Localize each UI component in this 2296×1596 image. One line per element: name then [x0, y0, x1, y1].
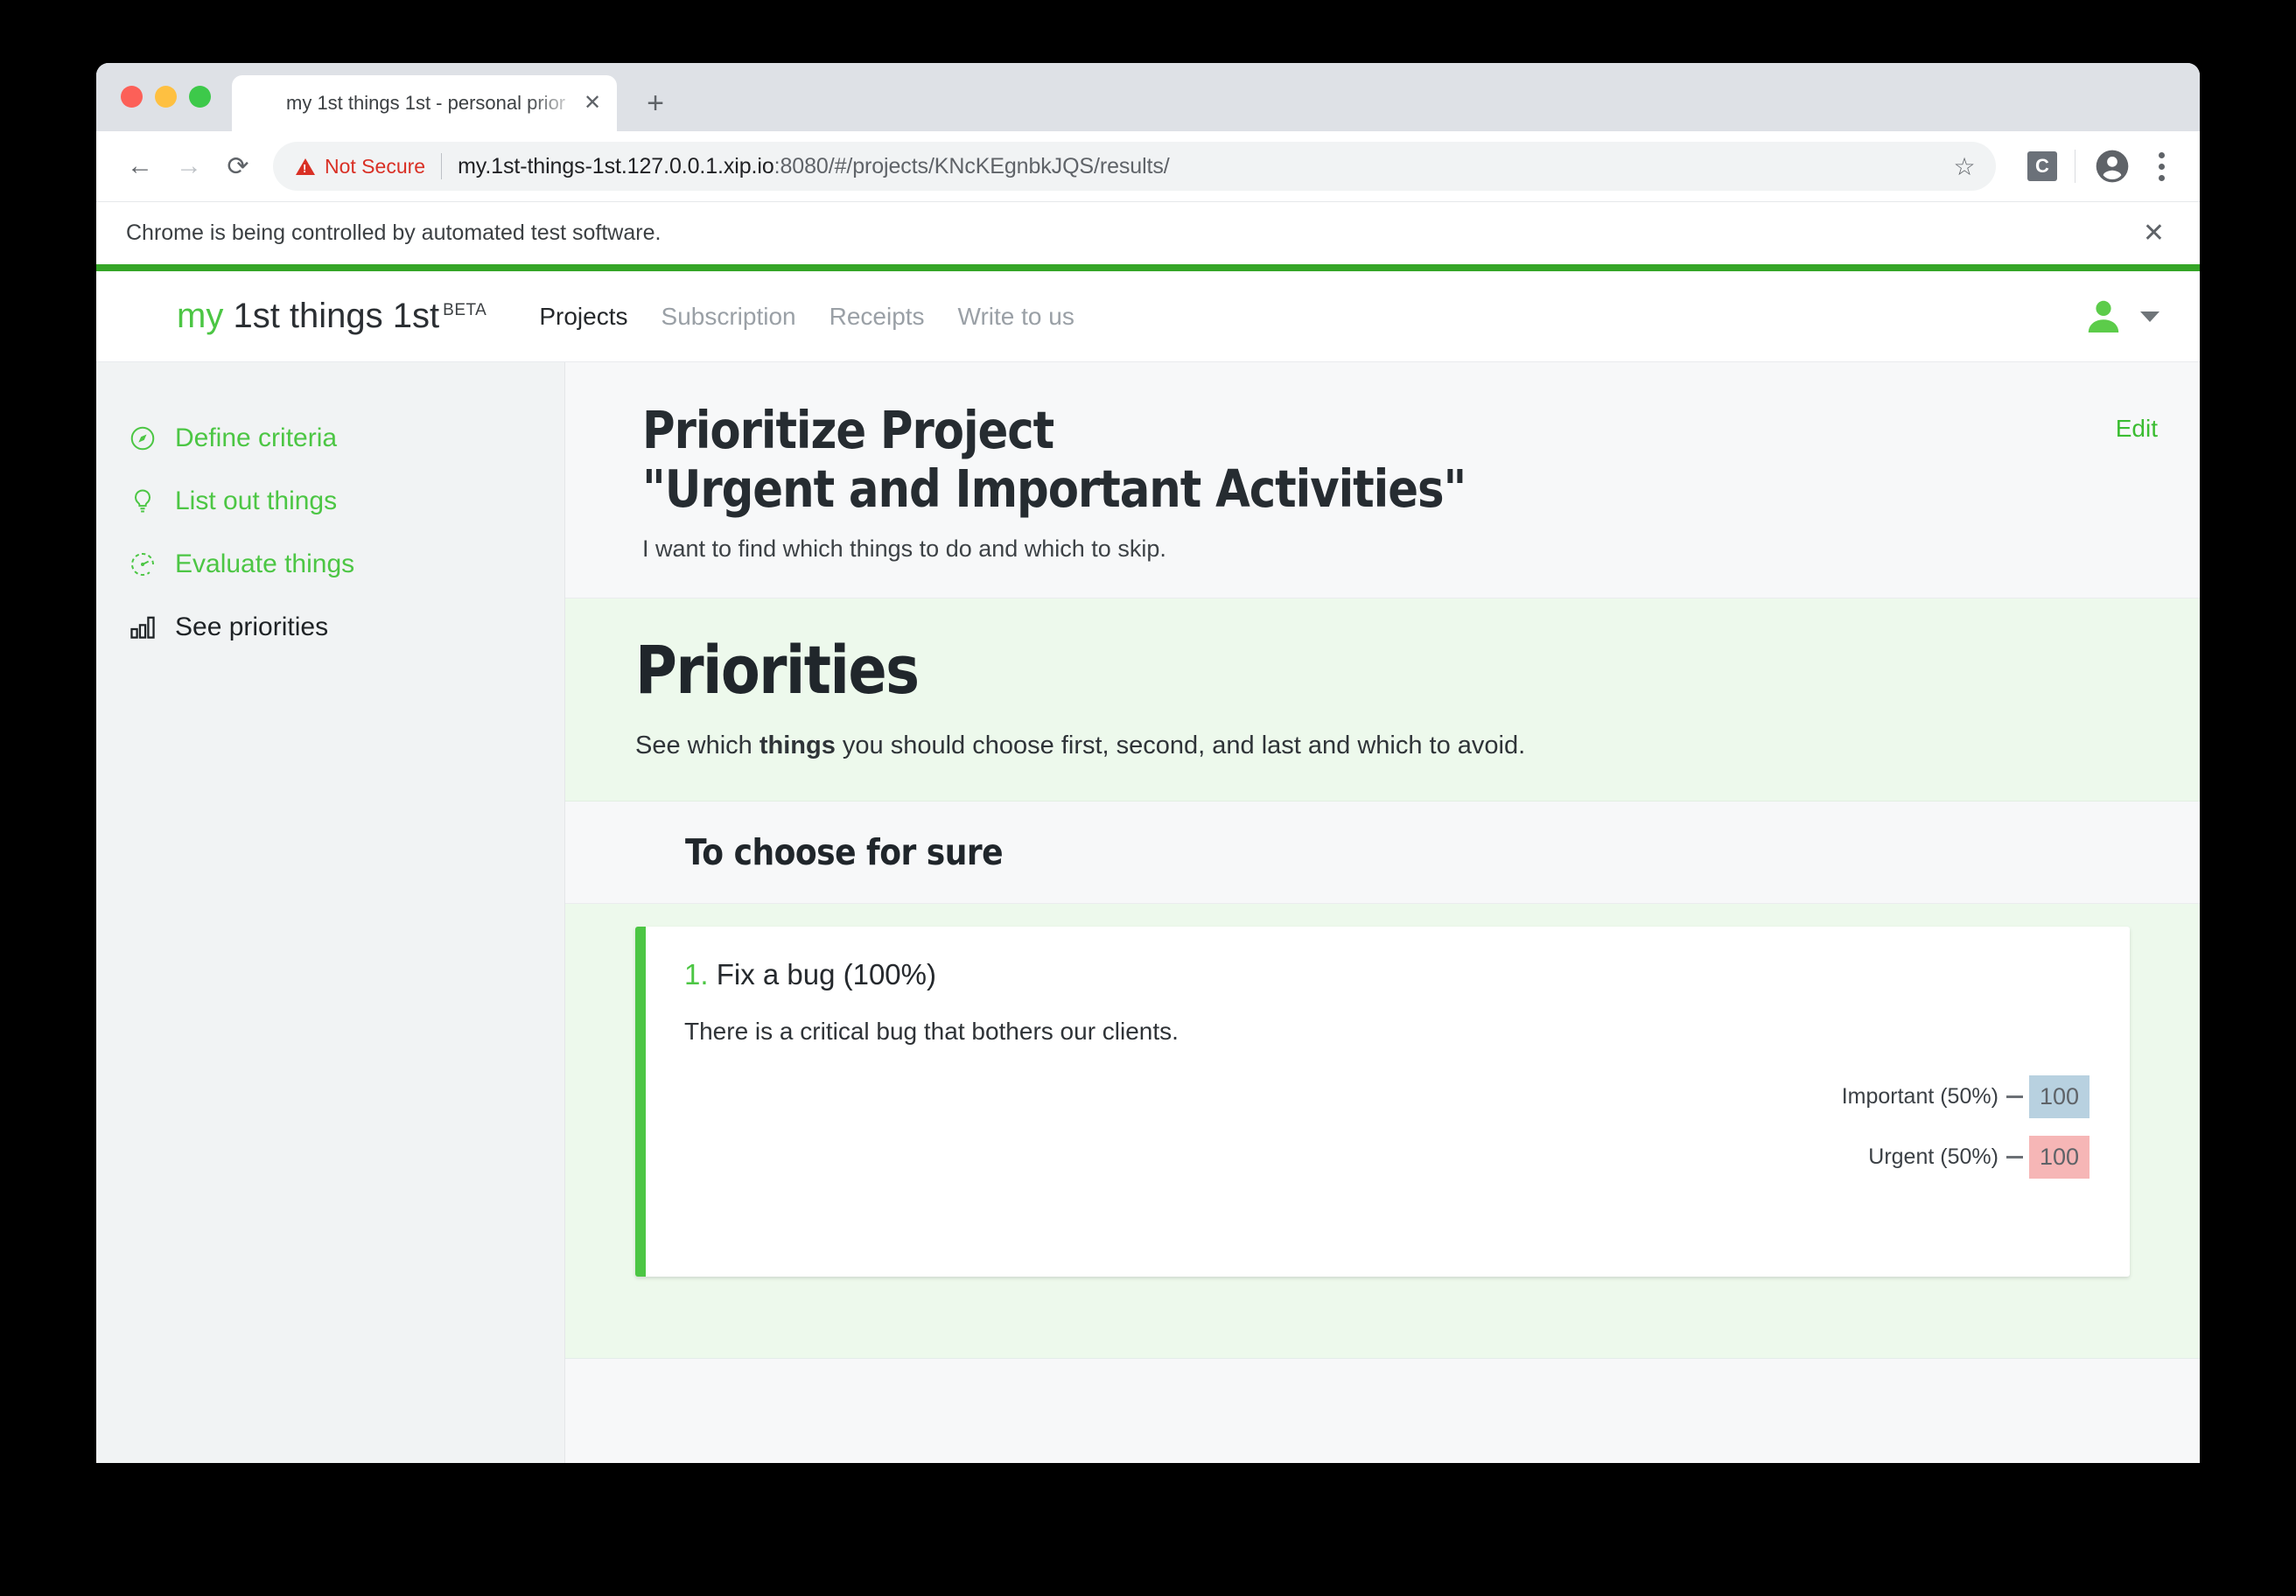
browser-tab[interactable]: my 1st things 1st - personal prior ✕: [232, 75, 617, 131]
criterion-value: 100: [2028, 1135, 2090, 1179]
gauge-icon: [128, 550, 158, 579]
compass-icon: [128, 424, 158, 453]
result-rank: 1.: [684, 957, 709, 990]
criterion-label: Urgent (50%): [1868, 1144, 1998, 1169]
arrow-right-icon[interactable]: →: [164, 142, 214, 191]
browser-toolbar: ← → ⟳ Not Secure my.1st-things-1st.127.0…: [96, 131, 2200, 201]
chevron-down-icon[interactable]: [2140, 311, 2160, 322]
tab-strip: my 1st things 1st - personal prior ✕ +: [96, 63, 2200, 131]
project-description: I want to find which things to do and wh…: [642, 535, 1166, 562]
arrow-left-icon[interactable]: ←: [116, 142, 164, 191]
subtitle-bold: things: [759, 731, 836, 760]
star-icon[interactable]: ☆: [1945, 147, 1984, 186]
bar-chart-icon: [128, 612, 158, 642]
sidebar-item-evaluate-things[interactable]: Evaluate things: [128, 542, 564, 586]
sidebar-item-label: List out things: [175, 486, 338, 515]
result-title: 1. Fix a bug (100%): [684, 958, 2091, 991]
window-close-button[interactable]: [121, 86, 143, 108]
url-text: my.1st-things-1st.127.0.0.1.xip.io:8080/…: [458, 153, 1170, 178]
address-bar[interactable]: Not Secure my.1st-things-1st.127.0.0.1.x…: [273, 142, 1996, 191]
result-description: There is a critical bug that bothers our…: [684, 1017, 1179, 1045]
project-header: Prioritize Project "Urgent and Important…: [565, 362, 2200, 598]
body-area: Define criteria List out things Evaluate…: [96, 362, 2200, 1463]
edit-link[interactable]: Edit: [2116, 415, 2158, 563]
subtitle-after: you should choose first, second, and las…: [835, 731, 1526, 760]
main-navigation: Projects Subscription Receipts Write to …: [539, 303, 1074, 331]
sidebar-item-list-out-things[interactable]: List out things: [128, 480, 564, 523]
app-header: my 1st things 1st BETA Projects Subscript…: [96, 271, 2200, 362]
project-title-line2: "Urgent and Important Activities": [642, 458, 1466, 520]
nav-item-write-to-us[interactable]: Write to us: [958, 303, 1074, 331]
criterion-value: 100: [2028, 1074, 2090, 1118]
beta-badge: BETA: [443, 300, 487, 319]
account-menu[interactable]: [2082, 296, 2160, 338]
priorities-subtitle: See which things you should choose first…: [635, 732, 2158, 760]
page-title: Prioritize Project "Urgent and Important…: [642, 401, 1894, 519]
close-icon[interactable]: ✕: [580, 91, 605, 116]
window-minimize-button[interactable]: [155, 86, 177, 108]
sidebar-item-label: See priorities: [175, 612, 329, 641]
criteria-scores: Important (50%) 100 Urgent (50%) 100: [684, 1074, 2090, 1196]
criterion-dash-icon: [2006, 1155, 2023, 1158]
project-title-line1: Prioritize Project: [642, 400, 1054, 460]
user-avatar-icon[interactable]: [2082, 296, 2124, 338]
group-heading: To choose for sure: [685, 830, 1004, 873]
window-traffic-lights[interactable]: [121, 86, 211, 108]
result-card[interactable]: 1. Fix a bug (100%) There is a critical …: [635, 926, 2130, 1277]
automation-message: Chrome is being controlled by automated …: [126, 220, 662, 245]
sidebar: Define criteria List out things Evaluate…: [96, 362, 565, 1463]
automation-infobar: Chrome is being controlled by automated …: [96, 201, 2200, 264]
extension-icon[interactable]: C: [2027, 151, 2057, 181]
browser-window: my 1st things 1st - personal prior ✕ + ←…: [96, 63, 2200, 1463]
sidebar-item-label: Define criteria: [175, 424, 338, 452]
profile-icon[interactable]: [2093, 147, 2132, 186]
nav-item-receipts[interactable]: Receipts: [830, 303, 925, 331]
priorities-heading: Priorities: [635, 630, 920, 709]
close-icon[interactable]: ✕: [2143, 220, 2165, 247]
result-name: Fix a bug (100%): [716, 957, 936, 990]
criterion-row: Important (50%) 100: [684, 1074, 2090, 1118]
new-tab-button[interactable]: +: [633, 80, 678, 126]
lightbulb-icon: [128, 486, 158, 516]
priorities-hero: Priorities See which things you should c…: [565, 598, 2200, 802]
criterion-dash-icon: [2006, 1095, 2023, 1098]
criterion-label: Important (50%): [1841, 1083, 1998, 1109]
subtitle-before: See which: [635, 731, 760, 760]
omnibox-divider: [441, 153, 443, 179]
nav-item-projects[interactable]: Projects: [539, 303, 627, 331]
results-list: 1. Fix a bug (100%) There is a critical …: [565, 903, 2200, 1358]
three-dot-menu-icon[interactable]: [2144, 147, 2179, 186]
reload-icon[interactable]: ⟳: [214, 142, 262, 191]
criterion-row: Urgent (50%) 100: [684, 1135, 2090, 1179]
main-content: Prioritize Project "Urgent and Important…: [565, 362, 2200, 1463]
sidebar-item-see-priorities[interactable]: See priorities: [128, 606, 564, 649]
nav-item-subscription[interactable]: Subscription: [662, 303, 796, 331]
brand-word-rest: 1st things 1st: [233, 297, 440, 335]
house-logo-icon: [122, 293, 163, 340]
brand-word-my: my: [177, 297, 224, 335]
group-header: To choose for sure: [565, 801, 2200, 904]
sidebar-item-label: Evaluate things: [175, 550, 355, 578]
warning-triangle-icon: [296, 158, 315, 175]
sidebar-item-define-criteria[interactable]: Define criteria: [128, 416, 564, 460]
toolbar-divider: [2075, 150, 2076, 183]
window-zoom-button[interactable]: [189, 86, 211, 108]
security-indicator[interactable]: Not Secure: [296, 155, 425, 178]
brand-text: my 1st things 1st BETA: [177, 297, 486, 336]
brand-logo[interactable]: my 1st things 1st BETA: [122, 293, 486, 340]
page-content: my 1st things 1st BETA Projects Subscript…: [96, 264, 2200, 1463]
house-logo-icon: [248, 91, 272, 116]
footer-strip: [565, 1358, 2200, 1463]
security-label: Not Secure: [325, 154, 426, 178]
tab-title: my 1st things 1st - personal prior: [286, 92, 566, 114]
